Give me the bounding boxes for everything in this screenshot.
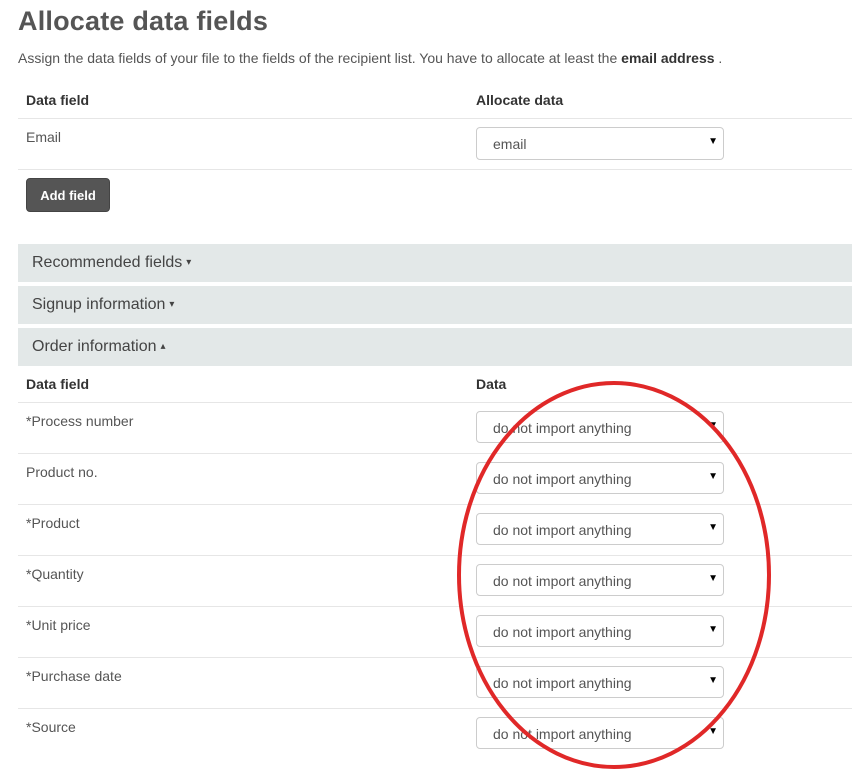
field-label-purchase-date: *Purchase date [26, 668, 122, 684]
caret-down-icon: ▾ [186, 257, 192, 268]
add-field-button[interactable]: Add field [26, 178, 110, 212]
divider [18, 657, 852, 658]
panel-title: Recommended fields ▾ [32, 254, 191, 272]
allocate-select-email[interactable]: email ▼ [476, 127, 724, 160]
data-select-purchase-date[interactable]: do not import anything ▼ [476, 666, 724, 698]
divider [18, 555, 852, 556]
select-arrow-icon: ▼ [708, 471, 718, 482]
panel-order-information[interactable]: Order information ▴ [18, 328, 852, 366]
header-data-field: Data field [26, 376, 90, 392]
intro-main: Assign the data fields of your file to t… [18, 50, 622, 66]
data-select-process-number[interactable]: do not import anything ▼ [476, 411, 724, 443]
select-arrow-icon: ▼ [708, 624, 718, 635]
data-select-unit-price[interactable]: do not import anything ▼ [476, 615, 724, 647]
panel-title: Order information ▴ [32, 338, 166, 356]
select-value: do not import anything [493, 471, 632, 487]
field-label-process-number: *Process number [26, 413, 134, 429]
field-label-product-no: Product no. [26, 464, 98, 480]
select-arrow-icon: ▼ [708, 136, 718, 147]
intro-end: . [714, 50, 723, 66]
panel-signup-information[interactable]: Signup information ▾ [18, 286, 852, 324]
divider [18, 606, 852, 607]
select-value: do not import anything [493, 726, 632, 742]
field-label-email: Email [26, 129, 62, 145]
field-label-unit-price: *Unit price [26, 617, 91, 633]
data-select-product[interactable]: do not import anything ▼ [476, 513, 724, 545]
intro-bold: email address [621, 50, 715, 66]
panel-label: Recommended fields [32, 254, 183, 271]
select-value: email [493, 136, 527, 152]
divider [18, 402, 852, 403]
select-value: do not import anything [493, 573, 632, 589]
header-allocate-data: Allocate data [476, 92, 564, 108]
data-select-product-no[interactable]: do not import anything ▼ [476, 462, 724, 494]
header-data-field: Data field [26, 92, 90, 108]
data-select-quantity[interactable]: do not import anything ▼ [476, 564, 724, 596]
panel-label: Signup information [32, 296, 166, 313]
select-arrow-icon: ▼ [708, 420, 718, 431]
select-arrow-icon: ▼ [708, 573, 718, 584]
data-select-source[interactable]: do not import anything ▼ [476, 717, 724, 749]
field-label-product: *Product [26, 515, 80, 531]
intro-text: Assign the data fields of your file to t… [18, 50, 722, 66]
panel-label: Order information [32, 338, 157, 355]
divider [18, 504, 852, 505]
panel-title: Signup information ▾ [32, 296, 174, 314]
select-arrow-icon: ▼ [708, 675, 718, 686]
select-arrow-icon: ▼ [708, 522, 718, 533]
field-label-quantity: *Quantity [26, 566, 84, 582]
select-value: do not import anything [493, 624, 632, 640]
select-value: do not import anything [493, 522, 632, 538]
divider [18, 118, 852, 119]
field-label-source: *Source [26, 719, 76, 735]
caret-up-icon: ▴ [160, 341, 166, 352]
allocate-page: Allocate data fields Assign the data fie… [0, 0, 852, 776]
divider [18, 453, 852, 454]
divider [18, 169, 852, 170]
select-arrow-icon: ▼ [708, 726, 718, 737]
panel-recommended-fields[interactable]: Recommended fields ▾ [18, 244, 852, 282]
caret-down-icon: ▾ [169, 299, 175, 310]
divider [18, 708, 852, 709]
select-value: do not import anything [493, 420, 632, 436]
select-value: do not import anything [493, 675, 632, 691]
page-title: Allocate data fields [18, 6, 269, 36]
highlight-ellipse-annotation [457, 381, 771, 769]
header-data: Data [476, 376, 507, 392]
